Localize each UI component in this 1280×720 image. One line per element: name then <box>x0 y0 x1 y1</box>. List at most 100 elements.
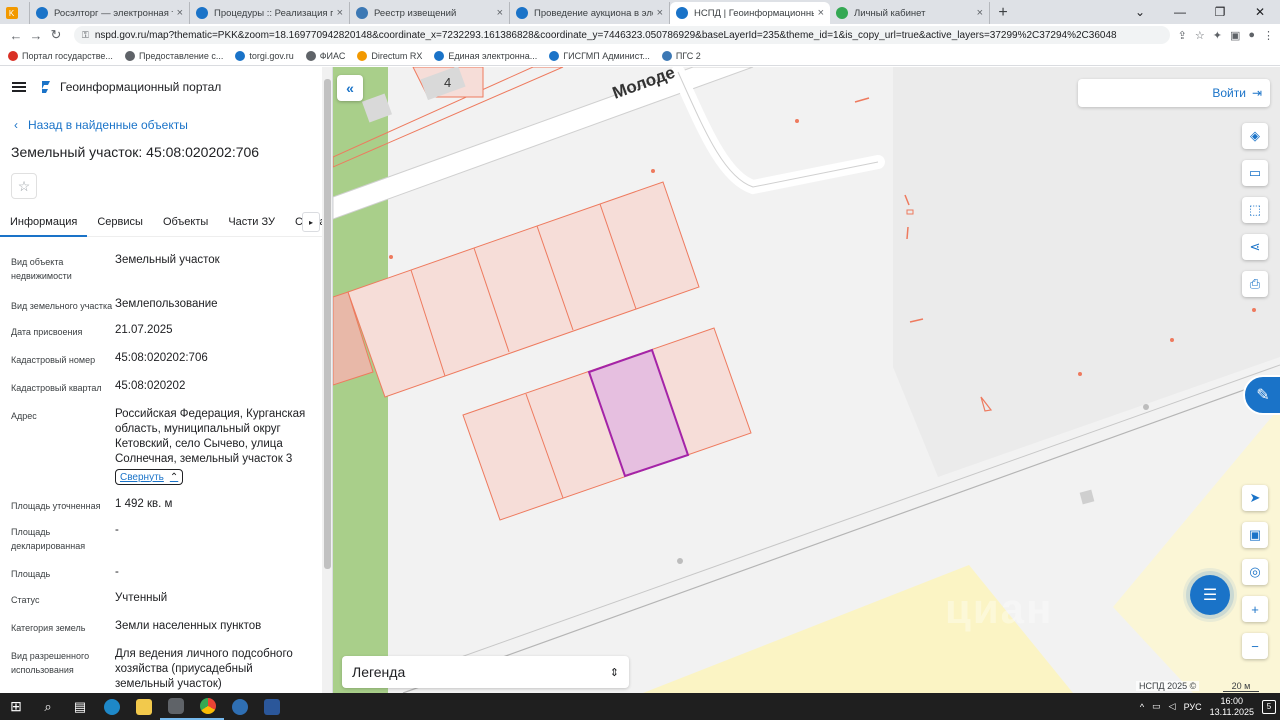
minimize-icon[interactable]: — <box>1160 5 1200 19</box>
tab-close-icon[interactable]: × <box>818 7 824 19</box>
notifications-icon[interactable]: 5 <box>1262 699 1276 714</box>
legend-selector[interactable]: Легенда ⇕ <box>342 656 629 688</box>
share-map-icon[interactable]: ⋖ <box>1242 234 1268 260</box>
sidepanel-icon[interactable]: ▣ <box>1230 29 1240 42</box>
panel-scrollbar[interactable] <box>322 67 332 693</box>
task-view-icon[interactable]: ▤ <box>64 693 96 720</box>
profile-icon[interactable]: ● <box>1248 29 1255 42</box>
browser-tab-1[interactable]: Росэлторг — электронная торго × <box>30 2 190 24</box>
favorite-star-icon[interactable]: ☆ <box>11 173 37 199</box>
url-text: nspd.gov.ru/map?thematic=PKK&zoom=18.169… <box>94 29 1117 41</box>
feedback-side-button[interactable]: ✎ <box>1243 375 1280 415</box>
menu-icon[interactable]: ⋮ <box>1263 29 1274 42</box>
tab-close-icon[interactable]: × <box>177 7 183 19</box>
bookmark-item[interactable]: Портал государстве... <box>8 50 113 61</box>
collapse-panel-button[interactable]: « <box>337 75 363 101</box>
tab-close-icon[interactable]: × <box>337 7 343 19</box>
print-icon[interactable]: ⎙ <box>1242 271 1268 297</box>
zoom-out-button[interactable]: − <box>1242 633 1268 659</box>
navigate-icon[interactable]: ➤ <box>1242 485 1268 511</box>
app-icon[interactable] <box>160 693 192 720</box>
info-value-text: Для ведения личного подсобного хозяйства… <box>115 648 293 690</box>
select-area-icon[interactable]: ⬚ <box>1242 197 1268 223</box>
minimap-icon[interactable]: ▣ <box>1242 522 1268 548</box>
panel-tab[interactable]: Информация <box>0 207 88 237</box>
locate-icon[interactable]: ◎ <box>1242 559 1268 585</box>
info-value: Земельный участок <box>115 253 311 283</box>
share-icon[interactable]: ⇪ <box>1178 29 1187 42</box>
back-to-results-link[interactable]: ‹ Назад в найденные объекты <box>14 118 188 132</box>
browser-tab-4[interactable]: Проведение аукциона в электр × <box>510 2 670 24</box>
portal-title: Геоинформационный портал <box>60 80 222 94</box>
search-icon[interactable]: ⌕ <box>32 693 64 720</box>
bookmarks-bar: Портал государстве... Предоставление с...… <box>0 46 1280 66</box>
word-icon[interactable] <box>256 693 288 720</box>
panel-tab[interactable]: Объекты <box>153 207 218 237</box>
clock[interactable]: 16:00 13.11.2025 <box>1210 696 1254 718</box>
volume-icon[interactable]: ◁ <box>1169 701 1176 712</box>
ruler-icon[interactable]: ▭ <box>1242 160 1268 186</box>
info-value-text: 21.07.2025 <box>115 324 173 336</box>
yandex-icon[interactable] <box>224 693 256 720</box>
language-indicator[interactable]: РУС <box>1184 702 1202 712</box>
tab-favicon-icon <box>676 7 688 19</box>
extensions-icon[interactable]: ✦ <box>1213 29 1222 42</box>
browser-tab-3[interactable]: Реестр извещений × <box>350 2 510 24</box>
edge-icon[interactable] <box>96 693 128 720</box>
browser-tab-5[interactable]: НСПД | Геоинформационный п × <box>670 2 830 24</box>
browser-tab-0[interactable]: K <box>0 2 30 24</box>
chrome-icon[interactable] <box>192 693 224 720</box>
menu-hamburger-icon[interactable] <box>12 82 26 92</box>
browser-tab-2[interactable]: Процедуры :: Реализация госи × <box>190 2 350 24</box>
object-info-panel: Геоинформационный портал ‹ Назад в найде… <box>0 67 333 693</box>
zoom-in-button[interactable]: + <box>1242 596 1268 622</box>
info-label: Статус <box>11 595 40 605</box>
bookmark-item[interactable]: ФИАС <box>305 50 345 61</box>
tabs-scroll-right-icon[interactable]: ▸ <box>302 212 320 232</box>
bookmark-item[interactable]: Единая электронна... <box>434 50 537 61</box>
reload-icon[interactable]: ↻ <box>46 27 66 43</box>
info-label: Площадь <box>11 569 51 579</box>
login-button[interactable]: Войти ⇥ <box>1078 79 1270 107</box>
panel-tab[interactable]: Части ЗУ <box>218 207 285 237</box>
maximize-icon[interactable]: ❐ <box>1200 5 1240 19</box>
network-icon[interactable]: ▭ <box>1152 701 1161 712</box>
close-window-icon[interactable]: ✕ <box>1240 5 1280 19</box>
bookmark-star-icon[interactable]: ☆ <box>1195 29 1205 42</box>
info-value: Земли населенных пунктов <box>115 619 311 635</box>
windows-start-icon[interactable]: ⊞ <box>0 693 32 720</box>
bookmark-item[interactable]: ГИСГМП Админист... <box>549 50 650 61</box>
updown-chevron-icon: ⇕ <box>609 666 619 679</box>
map-canvas[interactable]: Молоде 4 циан « Войти ⇥ ◈ ▭ ⬚ ⋖ ⎙ ✎ ➤ ▣ … <box>333 67 1280 693</box>
bookmark-item[interactable]: Предоставление с... <box>124 50 223 61</box>
forward-icon[interactable]: → <box>26 28 46 43</box>
info-label: Кадастровый номер <box>11 355 96 365</box>
tab-close-icon[interactable]: × <box>657 7 663 19</box>
info-value: 1 492 кв. м <box>115 497 311 513</box>
new-tab-button[interactable]: + <box>990 2 1016 24</box>
browser-tab-6[interactable]: Личный кабинет × <box>830 2 990 24</box>
bookmark-item[interactable]: Directum RX <box>357 50 422 61</box>
collapse-label: Свернуть <box>120 471 164 483</box>
bookmark-item[interactable]: ПГС 2 <box>661 50 701 61</box>
bookmark-label: torgi.gov.ru <box>249 50 294 61</box>
panel-scrollbar-thumb[interactable] <box>324 79 331 569</box>
bookmark-item[interactable]: torgi.gov.ru <box>235 50 294 61</box>
file-explorer-icon[interactable] <box>128 693 160 720</box>
tab-close-icon[interactable]: × <box>977 7 983 19</box>
bookmark-favicon-icon <box>434 50 445 61</box>
chat-button[interactable]: ☰ <box>1190 575 1230 615</box>
back-icon[interactable]: ← <box>6 28 26 43</box>
tab-close-icon[interactable]: × <box>497 7 503 19</box>
panel-tab[interactable]: Сервисы <box>87 207 153 237</box>
collapse-address-button[interactable]: Свернуть ⌃ <box>115 469 184 485</box>
info-label: Вид разрешенного использования <box>11 651 90 675</box>
url-field[interactable]: ⚿ nspd.gov.ru/map?thematic=PKK&zoom=18.1… <box>74 26 1170 44</box>
tab-search-icon[interactable]: ⌄ <box>1120 5 1160 19</box>
tab-favicon-icon <box>356 7 368 19</box>
tab-label: Проведение аукциона в электр <box>534 7 653 19</box>
tray-chevron-icon[interactable]: ^ <box>1140 702 1144 712</box>
layers-icon[interactable]: ◈ <box>1242 123 1268 149</box>
legend-label: Легенда <box>352 664 406 680</box>
info-value: - <box>115 565 311 581</box>
